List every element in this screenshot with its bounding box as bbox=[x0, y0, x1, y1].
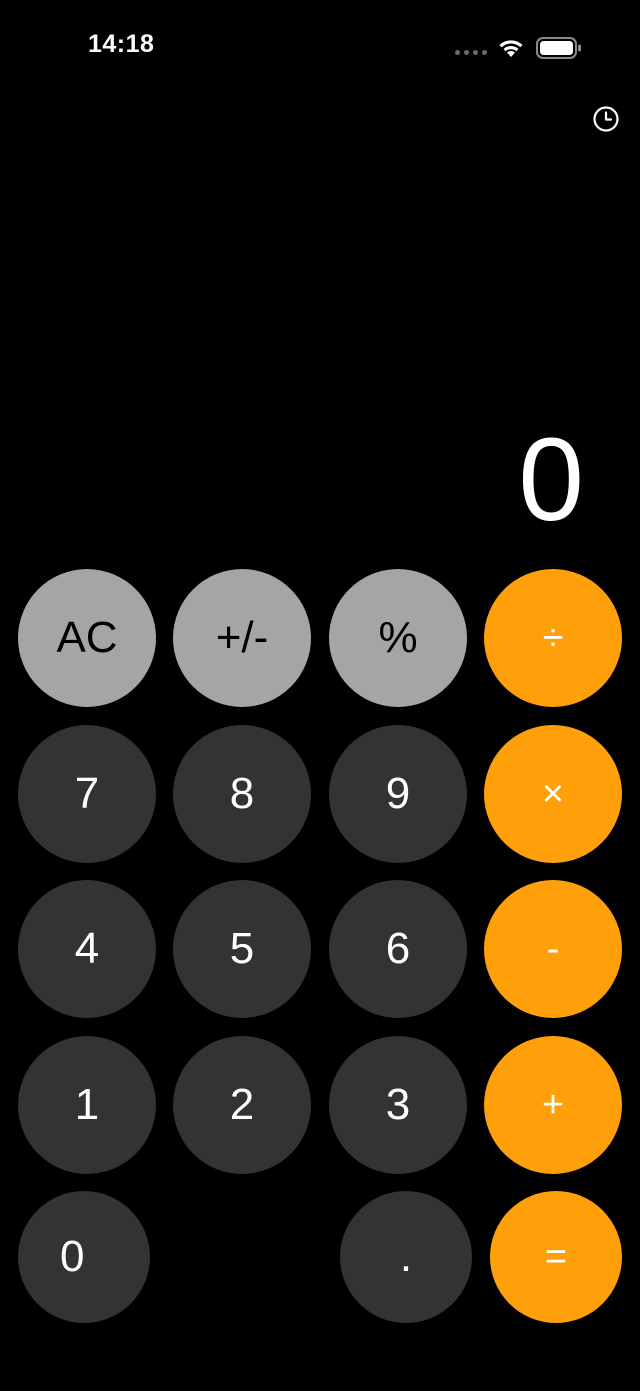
digit-9-button[interactable]: 9 bbox=[329, 725, 467, 863]
digit-1-button[interactable]: 1 bbox=[18, 1036, 156, 1174]
cellular-signal-icon bbox=[455, 50, 487, 55]
digit-3-button[interactable]: 3 bbox=[329, 1036, 467, 1174]
decimal-button[interactable]: . bbox=[340, 1191, 472, 1323]
multiply-button[interactable]: × bbox=[484, 725, 622, 863]
digit-4-button[interactable]: 4 bbox=[18, 880, 156, 1018]
percent-button[interactable]: % bbox=[329, 569, 467, 707]
clock-icon[interactable] bbox=[592, 105, 620, 133]
add-button[interactable]: + bbox=[484, 1036, 622, 1174]
battery-icon bbox=[536, 37, 581, 59]
all-clear-button[interactable]: AC bbox=[18, 569, 156, 707]
digit-8-button[interactable]: 8 bbox=[173, 725, 311, 863]
status-time: 14:18 bbox=[88, 30, 155, 58]
divide-button[interactable]: ÷ bbox=[484, 569, 622, 707]
wifi-icon bbox=[499, 40, 523, 57]
equals-button[interactable]: = bbox=[490, 1191, 622, 1323]
digit-5-button[interactable]: 5 bbox=[173, 880, 311, 1018]
digit-2-button[interactable]: 2 bbox=[173, 1036, 311, 1174]
status-bar: 14:18 bbox=[0, 0, 640, 96]
subtract-button[interactable]: - bbox=[484, 880, 622, 1018]
digit-7-button[interactable]: 7 bbox=[18, 725, 156, 863]
toggle-sign-button[interactable]: +/- bbox=[173, 569, 311, 707]
digit-6-button[interactable]: 6 bbox=[329, 880, 467, 1018]
result-display: 0 bbox=[518, 414, 584, 546]
digit-0-button[interactable]: 0 bbox=[18, 1191, 150, 1323]
